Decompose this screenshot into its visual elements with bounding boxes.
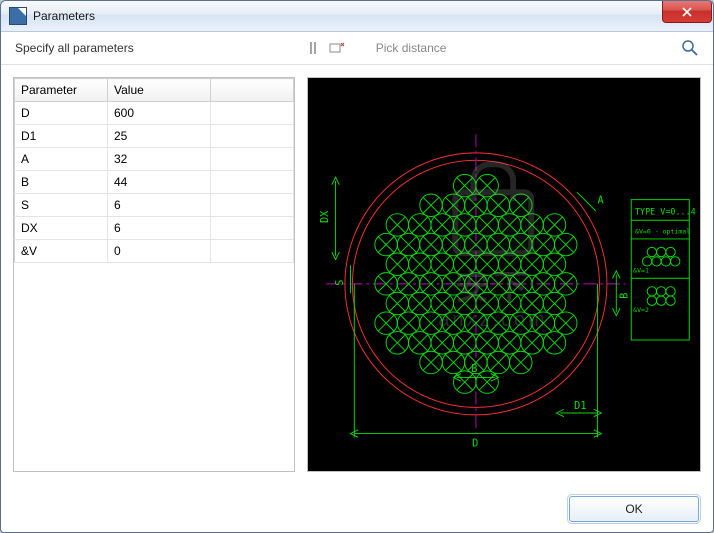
table-row[interactable]: D125 [15, 125, 294, 148]
measure-icon[interactable] [328, 39, 346, 57]
table-row[interactable]: &V0 [15, 240, 294, 263]
param-name[interactable]: DX [15, 217, 108, 240]
legend-row1: &V=1 [633, 267, 649, 275]
legend-box: TYPE V=0...4 &V=0 - optimal &V=1 [631, 200, 695, 340]
instruction-text: Specify all parameters [15, 41, 134, 55]
toolbar: Specify all parameters Pick distance [1, 32, 713, 65]
dim-S: S [334, 280, 346, 286]
dim-DX: DX [319, 210, 331, 223]
close-icon [682, 7, 692, 17]
col-blank [211, 79, 294, 102]
legend-title: TYPE V=0...4 [635, 207, 696, 217]
col-value[interactable]: Value [108, 79, 211, 102]
table-row[interactable]: DX6 [15, 217, 294, 240]
dim-B2: B [471, 363, 477, 375]
titlebar: Parameters [1, 1, 713, 32]
drawing-preview: DX S A B B [307, 77, 701, 472]
table-row[interactable]: A32 [15, 148, 294, 171]
legend-row2: &V=2 [633, 306, 649, 314]
param-value[interactable]: 0 [108, 240, 211, 263]
toolbar-icons [304, 39, 346, 57]
col-parameter[interactable]: Parameter [15, 79, 108, 102]
app-icon [9, 7, 27, 25]
param-value[interactable]: 600 [108, 102, 211, 125]
param-name[interactable]: A [15, 148, 108, 171]
ok-button[interactable]: OK [569, 496, 699, 522]
param-value[interactable]: 25 [108, 125, 211, 148]
table-row[interactable]: B44 [15, 171, 294, 194]
search-icon[interactable] [681, 39, 699, 57]
window-title: Parameters [33, 9, 95, 23]
param-value[interactable]: 6 [108, 217, 211, 240]
parameter-table[interactable]: Parameter Value D600D125A32B44S6DX6&V0 [13, 77, 295, 472]
close-button[interactable] [662, 0, 712, 23]
param-value[interactable]: 44 [108, 171, 211, 194]
table-row[interactable]: S6 [15, 194, 294, 217]
param-name[interactable]: S [15, 194, 108, 217]
dim-A: A [598, 194, 604, 206]
table-row[interactable]: D600 [15, 102, 294, 125]
param-name[interactable]: &V [15, 240, 108, 263]
param-value[interactable]: 6 [108, 194, 211, 217]
pick-distance-button[interactable]: Pick distance [376, 41, 447, 55]
param-name[interactable]: D [15, 102, 108, 125]
param-name[interactable]: D1 [15, 125, 108, 148]
param-value[interactable]: 32 [108, 148, 211, 171]
parameters-dialog: Parameters Specify all parameters Pick d… [0, 0, 714, 533]
param-name[interactable]: B [15, 171, 108, 194]
legend-row0: &V=0 - optimal [635, 227, 690, 235]
separator-icon[interactable] [304, 39, 322, 57]
dim-D: D [472, 438, 478, 450]
dim-D1: D1 [574, 400, 586, 412]
dim-B: B [619, 293, 631, 299]
